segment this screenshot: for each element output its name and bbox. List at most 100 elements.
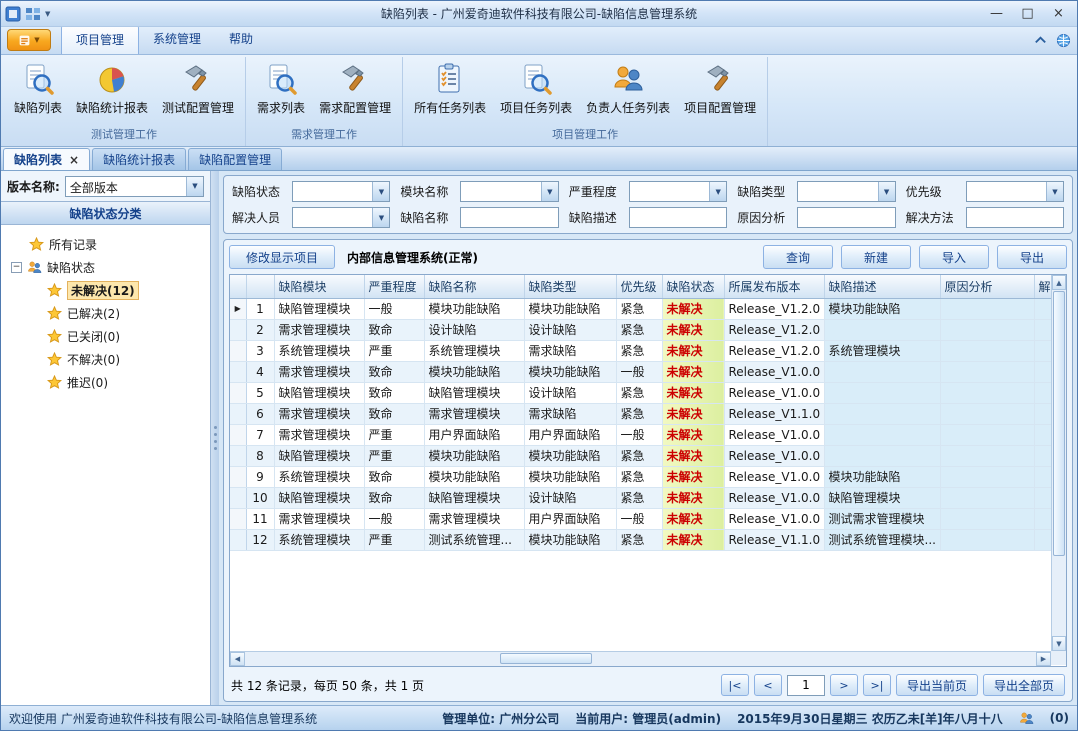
tree-item[interactable]: 不解决(0) — [3, 348, 208, 371]
column-header-9[interactable]: 解决 — [1034, 275, 1051, 298]
filter-combo[interactable]: ▼ — [966, 181, 1064, 202]
tree-item[interactable]: 推迟(0) — [3, 371, 208, 394]
next-page-button[interactable]: > — [830, 674, 858, 696]
ribbon-tab-1[interactable]: 系统管理 — [139, 25, 215, 54]
filter-combo[interactable]: ▼ — [292, 207, 390, 228]
action-button-3[interactable]: 导出 — [997, 245, 1067, 269]
chevron-down-icon[interactable]: ▼ — [372, 182, 389, 201]
table-row[interactable]: 3系统管理模块严重系统管理模块需求缺陷紧急未解决Release_V1.2.0系统… — [230, 340, 1051, 361]
action-button-1[interactable]: 新建 — [841, 245, 911, 269]
filter-input[interactable] — [460, 207, 558, 228]
qat-dropdown-icon[interactable]: ▼ — [45, 10, 50, 18]
table-row[interactable]: 7需求管理模块严重用户界面缺陷用户界面缺陷一般未解决Release_V1.0.0 — [230, 424, 1051, 445]
ribbon-button[interactable]: 项目配置管理 — [677, 59, 763, 118]
column-header-6[interactable]: 所属发布版本 — [724, 275, 824, 298]
ribbon-button[interactable]: 需求列表 — [250, 59, 312, 118]
filter-combo[interactable]: ▼ — [292, 181, 390, 202]
scroll-down-icon[interactable]: ▼ — [1052, 636, 1066, 651]
table-row[interactable]: 8缺陷管理模块严重模块功能缺陷模块功能缺陷紧急未解决Release_V1.0.0 — [230, 445, 1051, 466]
collapse-ribbon-icon[interactable] — [1033, 33, 1048, 48]
star-icon — [47, 306, 62, 321]
filter-input[interactable] — [629, 207, 727, 228]
close-tab-icon[interactable]: × — [69, 154, 79, 166]
chevron-down-icon[interactable]: ▼ — [541, 182, 558, 201]
action-button-2[interactable]: 导入 — [919, 245, 989, 269]
tree-item[interactable]: 所有记录 — [3, 233, 208, 256]
page-number-input[interactable] — [787, 675, 825, 696]
table-row[interactable]: 5缺陷管理模块致命缺陷管理模块设计缺陷紧急未解决Release_V1.0.0 — [230, 382, 1051, 403]
grid-icon[interactable] — [25, 6, 41, 22]
tree-item[interactable]: 已解决(2) — [3, 302, 208, 325]
column-header-2[interactable]: 缺陷名称 — [424, 275, 524, 298]
table-row[interactable]: 9系统管理模块致命模块功能缺陷模块功能缺陷紧急未解决Release_V1.0.0… — [230, 466, 1051, 487]
filter-combo[interactable]: ▼ — [797, 181, 895, 202]
table-row[interactable]: 2需求管理模块致命设计缺陷设计缺陷紧急未解决Release_V1.2.0 — [230, 319, 1051, 340]
export-current-page-button[interactable]: 导出当前页 — [896, 674, 978, 696]
tree-item[interactable]: −缺陷状态 — [3, 256, 208, 279]
scroll-up-icon[interactable]: ▲ — [1052, 275, 1066, 290]
horizontal-scroll-thumb[interactable] — [500, 653, 592, 664]
document-tab-1[interactable]: 缺陷统计报表 — [92, 148, 186, 170]
export-all-pages-button[interactable]: 导出全部页 — [983, 674, 1065, 696]
filter-field: 优先级▼ — [906, 181, 1064, 202]
document-tab-0[interactable]: 缺陷列表× — [3, 148, 90, 170]
table-row[interactable]: 10缺陷管理模块致命缺陷管理模块设计缺陷紧急未解决Release_V1.0.0缺… — [230, 487, 1051, 508]
filter-combo[interactable]: ▼ — [629, 181, 727, 202]
chevron-down-icon[interactable]: ▼ — [1046, 182, 1063, 201]
application-menu-button[interactable]: ▼ — [7, 29, 51, 51]
tree-item[interactable]: 已关闭(0) — [3, 325, 208, 348]
ribbon-tab-2[interactable]: 帮助 — [215, 25, 267, 54]
column-header-3[interactable]: 缺陷类型 — [524, 275, 616, 298]
filter-input[interactable] — [797, 207, 895, 228]
prev-page-button[interactable]: < — [754, 674, 782, 696]
chevron-down-icon[interactable]: ▼ — [372, 208, 389, 227]
column-header-7[interactable]: 缺陷描述 — [824, 275, 940, 298]
cell: 缺陷管理模块 — [824, 487, 940, 508]
vertical-scroll-thumb[interactable] — [1053, 291, 1065, 556]
column-header-5[interactable]: 缺陷状态 — [662, 275, 724, 298]
filter-combo[interactable]: ▼ — [460, 181, 558, 202]
chevron-down-icon[interactable]: ▼ — [186, 177, 203, 196]
help-globe-icon[interactable] — [1056, 33, 1071, 48]
last-page-button[interactable]: >| — [863, 674, 891, 696]
ribbon-button[interactable]: 测试配置管理 — [155, 59, 241, 118]
column-header-0[interactable]: 缺陷模块 — [274, 275, 364, 298]
table-row[interactable]: 11需求管理模块一般需求管理模块用户界面缺陷一般未解决Release_V1.0.… — [230, 508, 1051, 529]
first-page-button[interactable]: |< — [721, 674, 749, 696]
tree-item[interactable]: 未解决(12) — [3, 279, 208, 302]
table-row[interactable]: ▶1缺陷管理模块一般模块功能缺陷模块功能缺陷紧急未解决Release_V1.2.… — [230, 298, 1051, 319]
document-tab-2[interactable]: 缺陷配置管理 — [188, 148, 282, 170]
column-header-4[interactable]: 优先级 — [616, 275, 662, 298]
table-row[interactable]: 6需求管理模块致命需求管理模块需求缺陷紧急未解决Release_V1.1.0 — [230, 403, 1051, 424]
ribbon-button[interactable]: 缺陷统计报表 — [69, 59, 155, 118]
minimize-button[interactable]: — — [982, 4, 1011, 24]
version-combo[interactable]: 全部版本 ▼ — [65, 176, 204, 197]
ribbon-tab-0[interactable]: 项目管理 — [61, 25, 139, 54]
splitter-handle[interactable] — [211, 171, 219, 705]
defect-status-tree: 所有记录−缺陷状态未解决(12)已解决(2)已关闭(0)不解决(0)推迟(0) — [1, 225, 210, 705]
chevron-down-icon[interactable]: ▼ — [878, 182, 895, 201]
cell — [1034, 382, 1051, 403]
ribbon-button[interactable]: 所有任务列表 — [407, 59, 493, 118]
close-button[interactable]: × — [1044, 4, 1073, 24]
filter-input[interactable] — [966, 207, 1064, 228]
ribbon-button[interactable]: 负责人任务列表 — [579, 59, 677, 118]
cell: 缺陷管理模块 — [274, 445, 364, 466]
horizontal-scrollbar[interactable]: ◀ ▶ — [230, 651, 1051, 666]
title-bar: ▼ 缺陷列表 - 广州爱奇迪软件科技有限公司-缺陷信息管理系统 — □ × — [1, 1, 1077, 27]
action-button-0[interactable]: 查询 — [763, 245, 833, 269]
scroll-left-icon[interactable]: ◀ — [230, 652, 245, 666]
tree-expander-icon[interactable]: − — [11, 262, 22, 273]
table-row[interactable]: 4需求管理模块致命模块功能缺陷模块功能缺陷一般未解决Release_V1.0.0 — [230, 361, 1051, 382]
column-header-1[interactable]: 严重程度 — [364, 275, 424, 298]
ribbon-button[interactable]: 缺陷列表 — [7, 59, 69, 118]
ribbon-button[interactable]: 需求配置管理 — [312, 59, 398, 118]
table-row[interactable]: 12系统管理模块严重测试系统管理...模块功能缺陷紧急未解决Release_V1… — [230, 529, 1051, 550]
column-header-8[interactable]: 原因分析 — [940, 275, 1034, 298]
vertical-scrollbar[interactable]: ▲ ▼ — [1051, 275, 1066, 651]
modify-columns-button[interactable]: 修改显示项目 — [229, 245, 335, 269]
ribbon-button[interactable]: 项目任务列表 — [493, 59, 579, 118]
scroll-right-icon[interactable]: ▶ — [1036, 652, 1051, 666]
maximize-button[interactable]: □ — [1013, 4, 1042, 24]
chevron-down-icon[interactable]: ▼ — [709, 182, 726, 201]
